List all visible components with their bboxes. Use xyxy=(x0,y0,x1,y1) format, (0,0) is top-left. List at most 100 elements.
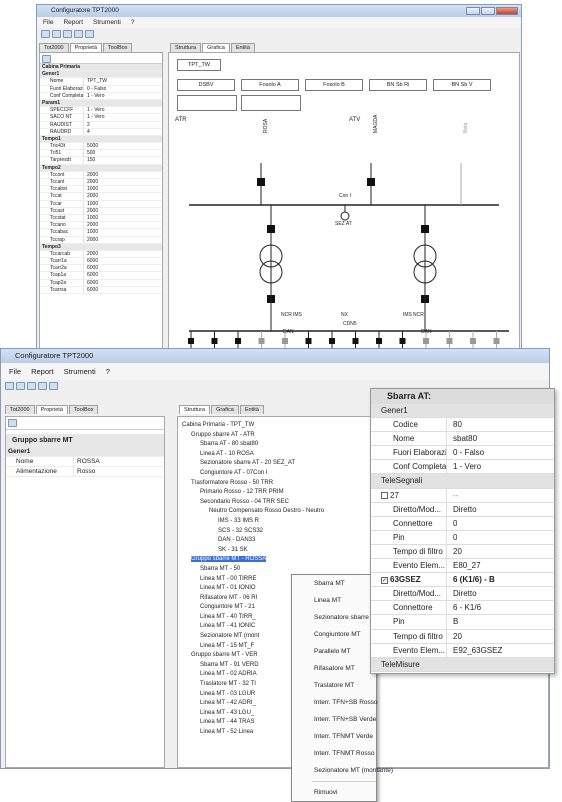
diagram-box[interactable]: BN Sb Ri xyxy=(369,79,427,91)
menu-item-3[interactable]: ? xyxy=(131,19,135,26)
tab-2[interactable]: Entità xyxy=(239,405,264,414)
open-icon[interactable] xyxy=(16,382,25,390)
tab-0[interactable]: Tot2000 xyxy=(5,405,35,414)
menu-item-2[interactable]: Strumenti xyxy=(93,19,121,26)
diagram-box[interactable]: Fosolo A xyxy=(241,79,299,91)
property-value[interactable]: 2000 xyxy=(84,208,98,214)
property-row[interactable]: Tccant 2000 xyxy=(40,179,162,187)
context-menu-item[interactable]: Interr. TFN+SB Verde xyxy=(292,711,376,728)
property-value[interactable]: 6000 xyxy=(84,272,98,278)
diagram-box[interactable]: BN Sb V xyxy=(433,79,491,91)
feeder-breaker[interactable] xyxy=(235,338,241,344)
tool2-icon[interactable] xyxy=(85,30,94,38)
new-icon[interactable] xyxy=(41,30,50,38)
tab-1[interactable]: Proprietà xyxy=(35,405,68,414)
property-row[interactable]: SACO NT 1 - Vero xyxy=(40,114,162,122)
tab-2[interactable]: Entità xyxy=(230,43,255,52)
property-row[interactable]: Tarpresdt 150 xyxy=(40,157,162,165)
feeder-breaker[interactable] xyxy=(493,338,500,344)
property-row[interactable]: Tccabac 1000 xyxy=(40,229,162,237)
property-row[interactable]: Tcap1a 6000 xyxy=(40,272,162,280)
menu-item-1[interactable]: Report xyxy=(63,19,83,26)
tab-1[interactable]: Grafica xyxy=(211,405,239,414)
property-row[interactable]: Tcarr1a 6000 xyxy=(40,258,162,266)
tab-2[interactable]: ToolBox xyxy=(102,43,133,52)
property-value[interactable]: TPT_TW xyxy=(84,78,107,84)
zoom-property-value[interactable]: 20 xyxy=(447,630,462,643)
zoom-property-row[interactable]: Conf Completa 1 - Vero xyxy=(371,460,554,475)
property-row[interactable]: Conf Completa 1 - Vero xyxy=(40,92,162,100)
feeder-breaker[interactable] xyxy=(329,338,335,344)
tool-icon[interactable] xyxy=(74,30,83,38)
close-icon[interactable] xyxy=(496,7,518,15)
zoom-property-value[interactable]: 0 xyxy=(447,531,457,544)
zoom-property-value[interactable]: 80 xyxy=(447,418,462,431)
context-menu-item[interactable]: Parallelo MT xyxy=(292,643,376,660)
property-row[interactable]: Tccabst 1000 xyxy=(40,186,162,194)
property-row[interactable]: Tempo1 xyxy=(40,135,162,144)
property-value[interactable]: 1 - Vero xyxy=(84,114,105,120)
property-value[interactable]: 500 xyxy=(84,150,95,156)
save-icon[interactable] xyxy=(63,30,72,38)
save-icon[interactable] xyxy=(27,382,36,390)
context-menu-item[interactable]: Interr. TFN+SB Rosso xyxy=(292,694,378,711)
menu-item-3[interactable]: ? xyxy=(106,367,110,376)
zoom-property-row[interactable]: Evento Elem... E92_63GSEZ xyxy=(371,643,554,658)
property-value[interactable]: 1000 xyxy=(84,201,98,207)
feeder-breaker[interactable] xyxy=(188,338,194,344)
zoom-property-row[interactable]: Pin B xyxy=(371,615,554,630)
property-row[interactable]: Tccont 2000 xyxy=(40,171,162,179)
zoom-property-row[interactable]: Nome sbat80 xyxy=(371,432,554,447)
tool-icon[interactable] xyxy=(38,382,47,390)
diagram-box[interactable]: DSBV xyxy=(177,79,235,91)
zoom-property-row[interactable]: Pin 0 xyxy=(371,530,554,545)
context-menu-item[interactable]: Sezionatore sbarre MT xyxy=(292,609,380,626)
menu-item-0[interactable]: File xyxy=(43,19,53,26)
property-value[interactable]: 6000 xyxy=(84,280,98,286)
menu-item-0[interactable]: File xyxy=(9,367,21,376)
zoom-property-row[interactable]: Tempo di filtro 20 xyxy=(371,629,554,644)
property-row[interactable]: RAUDRD 4 xyxy=(40,128,162,136)
feeder-breaker[interactable] xyxy=(352,338,359,344)
property-row[interactable]: Alimentazione Rosso xyxy=(6,467,164,477)
zoom-property-value[interactable]: Diretto xyxy=(447,503,477,516)
property-row[interactable]: Tccarcab 2000 xyxy=(40,250,162,259)
property-row[interactable]: Tccat 2000 xyxy=(40,193,162,201)
diagram-box[interactable]: Fosolo B xyxy=(305,79,363,91)
feeder-breaker[interactable] xyxy=(211,338,218,344)
property-value[interactable]: Rosso xyxy=(74,467,95,476)
property-value[interactable]: 1000 xyxy=(84,215,98,221)
property-row[interactable]: Tri51 500 xyxy=(40,150,162,158)
property-value[interactable]: 1 - Vero xyxy=(84,107,105,113)
tab-0[interactable]: Struttura xyxy=(170,43,202,52)
tool2-icon[interactable] xyxy=(49,382,58,390)
zoom-property-row[interactable]: 27 -- xyxy=(371,488,554,503)
zoom-property-value[interactable]: 0 xyxy=(447,517,457,530)
zoom-property-row[interactable]: Connettore 0 xyxy=(371,516,554,531)
zoom-property-row[interactable]: Gener1 xyxy=(371,404,554,419)
property-row[interactable]: Tccrap 2000 xyxy=(40,236,162,244)
tab-0[interactable]: Struttura xyxy=(179,405,211,414)
feeder-breaker[interactable] xyxy=(446,338,453,344)
zoom-property-value[interactable]: 0 - Falso xyxy=(447,446,484,459)
context-menu-item[interactable]: Traslatore MT xyxy=(292,677,376,694)
zoom-property-value[interactable]: E92_63GSEZ xyxy=(447,644,502,657)
property-row[interactable]: Tccano 2000 xyxy=(40,222,162,230)
property-value[interactable]: 6000 xyxy=(84,265,98,271)
property-row[interactable]: Cabina Primaria xyxy=(40,64,162,72)
property-row[interactable]: Tccar 1000 xyxy=(40,200,162,208)
property-row[interactable]: Tccstat 1000 xyxy=(40,214,162,223)
property-row[interactable]: Nome TPT_TW xyxy=(40,78,162,86)
property-value[interactable]: 0 - Falso xyxy=(84,86,106,92)
feeder-breaker[interactable] xyxy=(423,338,429,344)
property-value[interactable]: ROSSA xyxy=(74,457,100,466)
property-value[interactable]: 4 xyxy=(84,129,90,135)
tab-0[interactable]: Tot2000 xyxy=(39,43,69,52)
zoom-property-row[interactable]: TeleMisure xyxy=(371,657,554,672)
property-value[interactable]: 2000 xyxy=(84,172,98,178)
zoom-property-row[interactable]: Evento Elem... E80_27 xyxy=(371,559,554,574)
property-row[interactable]: Tccast 2000 xyxy=(40,207,162,215)
zoom-property-row[interactable]: Codice 80 xyxy=(371,418,554,433)
context-menu-item[interactable]: Interr. TFNMT Verde xyxy=(292,728,376,745)
feeder-breaker[interactable] xyxy=(258,338,265,344)
